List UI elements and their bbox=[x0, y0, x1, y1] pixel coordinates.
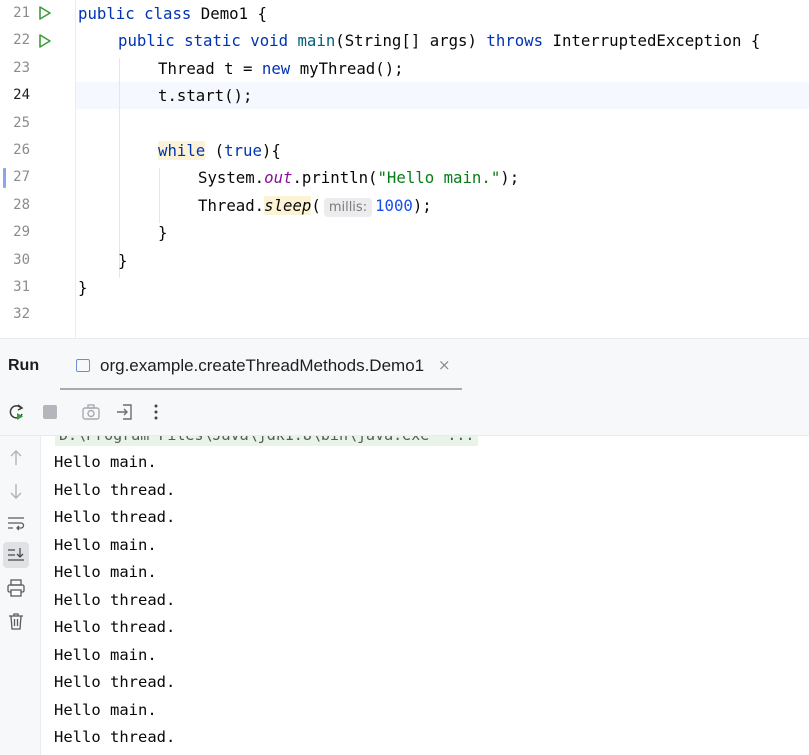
rerun-icon[interactable] bbox=[6, 402, 26, 422]
parameter-hint: millis: bbox=[323, 197, 373, 217]
line-number: 23 bbox=[13, 59, 30, 76]
exit-icon[interactable] bbox=[115, 402, 135, 422]
camera-icon[interactable] bbox=[81, 402, 101, 422]
console-line: Hello thread. bbox=[54, 508, 176, 526]
line-number: 28 bbox=[13, 196, 30, 213]
line-number: 29 bbox=[13, 224, 30, 241]
editor-gutter: 21 22 23 24 25 26 27 28 29 30 31 32 bbox=[0, 0, 76, 338]
code-line: while (true){ bbox=[158, 141, 281, 160]
console-output[interactable]: D:\Program Files\Java\jdk1.8\bin\java.ex… bbox=[41, 436, 809, 755]
command-line: D:\Program Files\Java\jdk1.8\bin\java.ex… bbox=[55, 436, 479, 446]
line-number: 21 bbox=[13, 5, 30, 21]
code-line: } bbox=[118, 250, 128, 270]
console-line: Hello main. bbox=[54, 700, 157, 719]
console-side-toolbar bbox=[0, 436, 41, 755]
code-line: public class Demo1 { bbox=[78, 4, 267, 23]
code-line: t.start(); bbox=[158, 86, 253, 106]
code-line: Thread.sleep(millis: 1000); bbox=[198, 195, 432, 217]
run-toolbar bbox=[0, 390, 809, 436]
line-number: 26 bbox=[13, 142, 30, 158]
run-class-icon[interactable] bbox=[38, 6, 52, 20]
line-number: 31 bbox=[13, 279, 30, 295]
arrow-down-icon[interactable] bbox=[6, 481, 26, 501]
line-number: 24 bbox=[13, 87, 30, 104]
change-marker[interactable] bbox=[3, 168, 6, 188]
line-number: 30 bbox=[13, 251, 30, 268]
scroll-to-end-icon bbox=[8, 548, 24, 561]
more-options-icon[interactable] bbox=[146, 402, 166, 422]
console-line: Hello thread. bbox=[54, 728, 176, 746]
console-line: Hello thread. bbox=[54, 590, 176, 609]
console-line: Hello thread. bbox=[54, 480, 176, 499]
code-line: System.out.println("Hello main."); bbox=[198, 168, 520, 188]
code-line: } bbox=[158, 223, 168, 243]
tab-run-configuration[interactable]: org.example.createThreadMethods.Demo1 × bbox=[60, 339, 462, 391]
console-line: Hello main. bbox=[54, 535, 157, 554]
run-main-icon[interactable] bbox=[38, 34, 52, 48]
stop-icon[interactable] bbox=[40, 402, 60, 422]
close-icon[interactable]: × bbox=[438, 356, 451, 374]
code-line: Thread t = new myThread(); bbox=[158, 58, 404, 78]
trash-icon[interactable] bbox=[6, 611, 26, 631]
arrow-up-icon[interactable] bbox=[6, 448, 26, 468]
console-line: Hello main. bbox=[54, 453, 157, 471]
print-icon[interactable] bbox=[6, 578, 26, 598]
application-icon bbox=[76, 359, 90, 372]
run-panel-header: Run org.example.createThreadMethods.Demo… bbox=[0, 338, 809, 391]
line-number: 22 bbox=[13, 32, 30, 49]
soft-wrap-icon[interactable] bbox=[6, 513, 26, 533]
indent-guide bbox=[159, 168, 160, 223]
console-line: Hello main. bbox=[54, 563, 157, 581]
console-line: Hello main. bbox=[54, 645, 157, 664]
tab-label: org.example.createThreadMethods.Demo1 bbox=[100, 356, 425, 375]
code-line: } bbox=[78, 278, 88, 297]
code-editor[interactable]: 21 22 23 24 25 26 27 28 29 30 31 32 publ… bbox=[0, 0, 809, 338]
line-number: 32 bbox=[13, 306, 30, 323]
indent-guide bbox=[119, 58, 120, 278]
code-line: public static void main(String[] args) t… bbox=[118, 31, 761, 51]
console-line: Hello thread. bbox=[54, 673, 176, 691]
run-panel-title: Run bbox=[8, 357, 40, 374]
line-number: 25 bbox=[13, 114, 30, 131]
scroll-to-end-button[interactable] bbox=[3, 542, 29, 568]
console-line: Hello thread. bbox=[54, 618, 176, 636]
